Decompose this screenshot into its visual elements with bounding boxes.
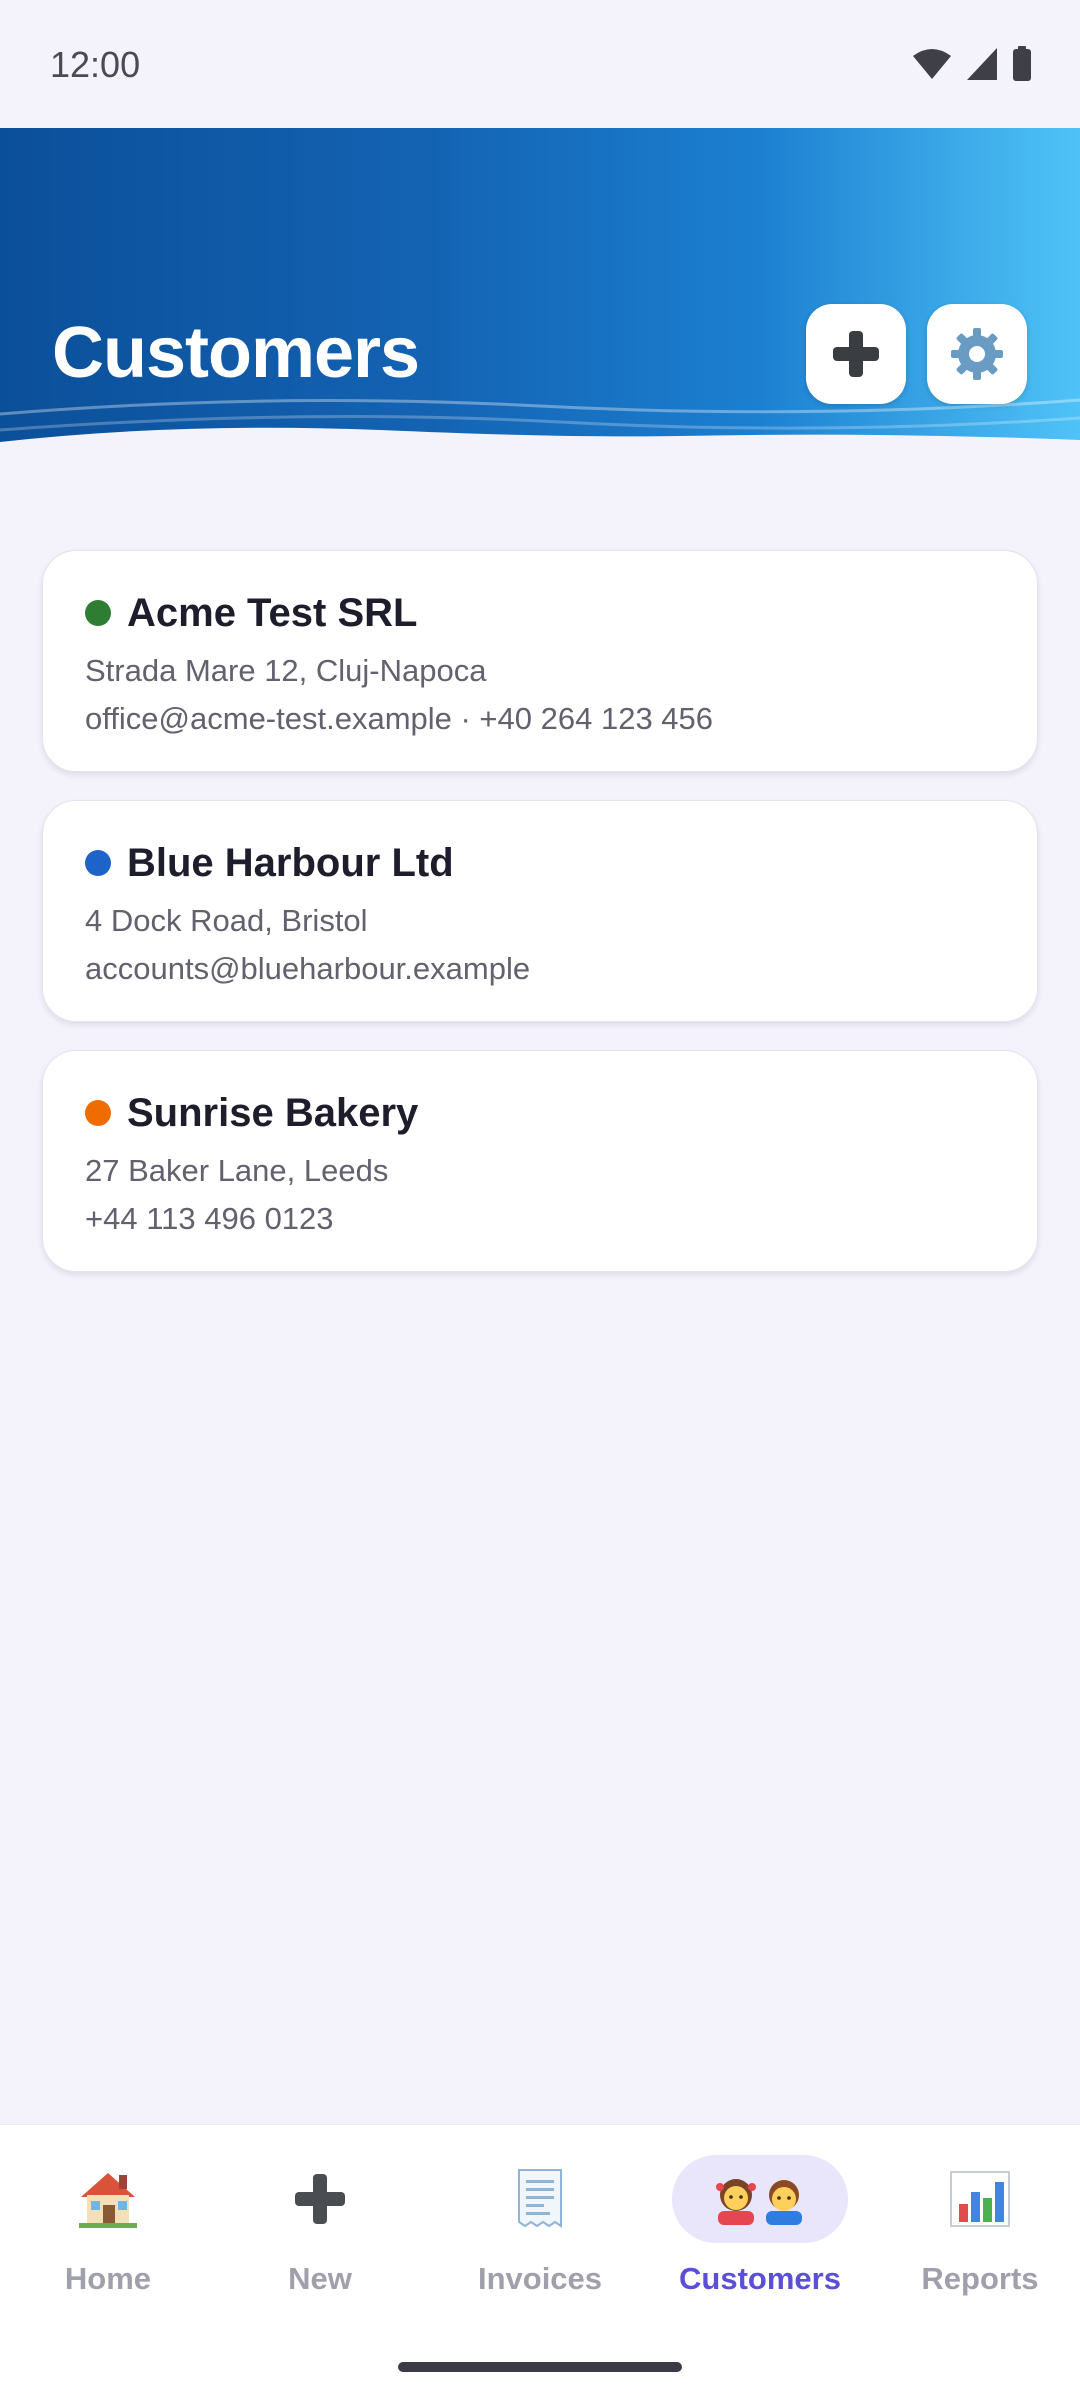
customer-name: Blue Harbour Ltd [127,840,454,885]
customer-title-row: Acme Test SRL [85,587,995,639]
status-time: 12:00 [50,44,141,85]
status-dot [85,600,111,626]
header-banner: Customers [0,128,1080,468]
nav-icon-container [232,2155,408,2243]
status-dot [85,1100,111,1126]
settings-button[interactable] [927,304,1027,404]
customer-name: Acme Test SRL [127,590,418,635]
page-title: Customers [52,313,420,393]
customer-address: Strada Mare 12, Cluj-Napoca [85,653,487,688]
nav-icon-container [20,2155,196,2243]
add-customer-button[interactable] [806,304,906,404]
gear-icon [951,328,1003,380]
customer-card-acme[interactable]: Acme Test SRL Strada Mare 12, Cluj-Napoc… [42,550,1038,772]
plus-icon [833,331,879,377]
nav-label: New [288,2261,352,2296]
nav-label: Reports [921,2261,1039,2296]
home-indicator[interactable] [398,2362,682,2372]
nav-icon-container [892,2155,1068,2243]
status-icons [912,46,1032,82]
people-icon [716,2179,802,2225]
customer-contact: +44 113 496 0123 [85,1201,334,1236]
customer-card-blue-harbour[interactable]: Blue Harbour Ltd 4 Dock Road, Bristol ac… [42,800,1038,1022]
customer-contact: office@acme-test.example · +40 264 123 4… [85,701,714,736]
customer-title-row: Sunrise Bakery [85,1087,995,1139]
nav-item-new[interactable]: New [212,2155,428,2325]
status-dot [85,850,111,876]
nav-item-customers[interactable]: Customers [652,2155,868,2325]
customer-address: 4 Dock Road, Bristol [85,903,368,938]
signal-icon [967,48,997,80]
customer-title-row: Blue Harbour Ltd [85,837,995,889]
nav-label: Invoices [477,2261,603,2296]
customer-address: 27 Baker Lane, Leeds [85,1153,389,1188]
receipt-icon [518,2169,562,2228]
nav-item-reports[interactable]: Reports [872,2155,1080,2325]
nav-item-home[interactable]: Home [0,2155,216,2325]
wifi-icon [913,49,951,79]
nav-label: Customers [679,2261,841,2296]
nav-icon-container [672,2155,848,2243]
nav-label: Home [64,2261,152,2296]
status-bar: 12:00 [0,0,1080,128]
nav-icon-container [452,2155,628,2243]
nav-item-invoices[interactable]: Invoices [432,2155,648,2325]
bar-chart-icon [950,2171,1010,2227]
bottom-navigation: Home New Invoices Customers Reports [0,2124,1080,2400]
customer-list: Acme Test SRL Strada Mare 12, Cluj-Napoc… [42,550,1038,1300]
plus-icon [295,2174,345,2224]
house-icon [79,2173,137,2228]
customer-contact: accounts@blueharbour.example [85,951,531,986]
customer-card-sunrise-bakery[interactable]: Sunrise Bakery 27 Baker Lane, Leeds +44 … [42,1050,1038,1272]
customer-name: Sunrise Bakery [127,1090,419,1135]
battery-icon [1013,46,1031,81]
